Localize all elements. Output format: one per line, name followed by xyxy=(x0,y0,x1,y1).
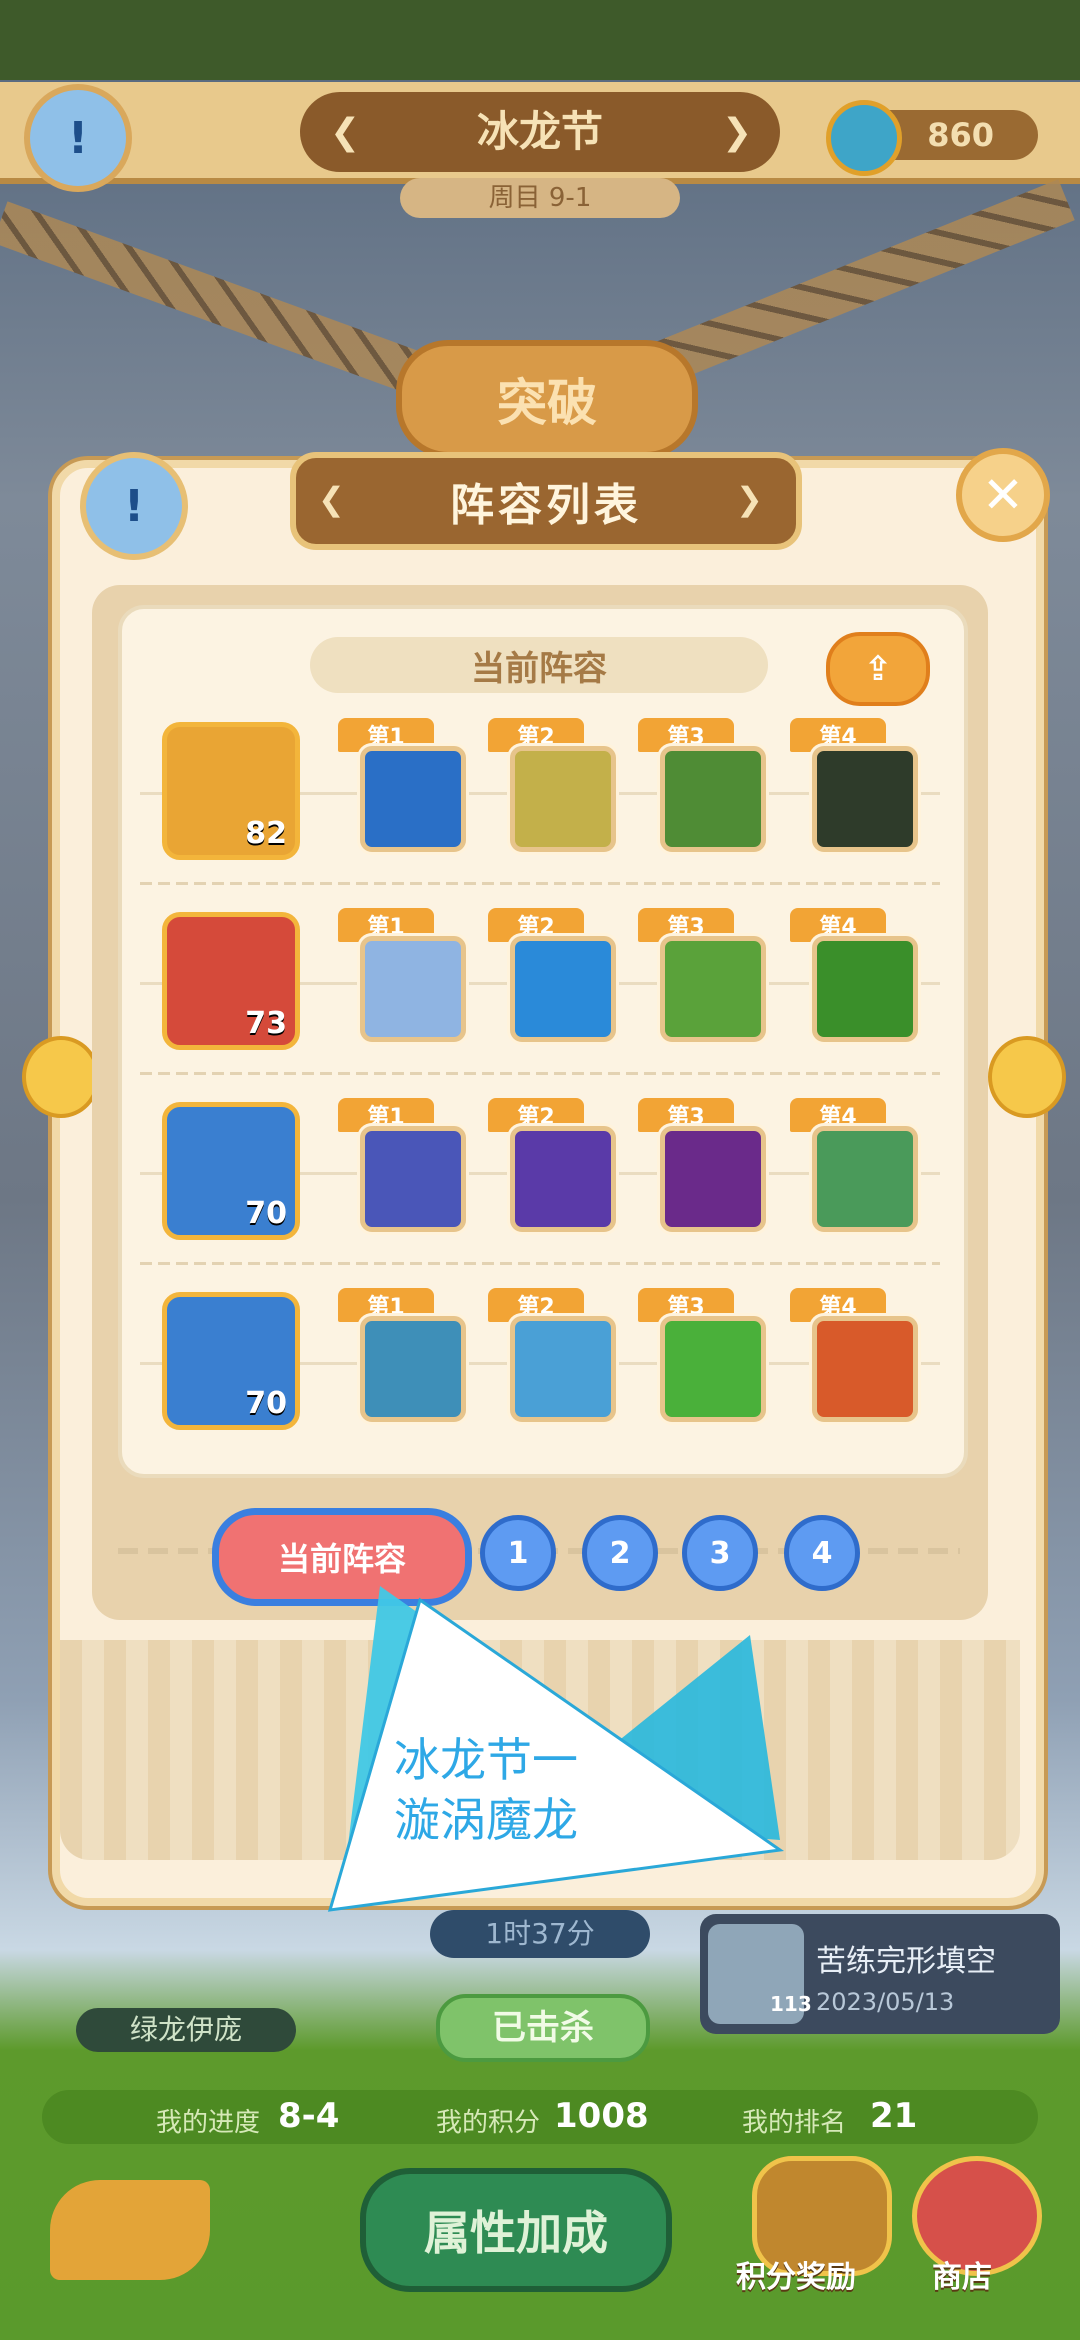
purple-rain-icon[interactable] xyxy=(510,1126,616,1232)
record-level: 113 xyxy=(770,1992,812,2016)
attribute-bonus-button[interactable]: 属性加成 xyxy=(360,2168,672,2292)
overlay-caption-line2: 漩涡魔龙 xyxy=(394,1793,578,1847)
green-tree-icon[interactable] xyxy=(660,1316,766,1422)
record-date: 2023/05/13 xyxy=(816,1988,955,2016)
info-icon[interactable]: ! xyxy=(24,84,132,192)
event-title: 冰龙节 xyxy=(300,92,780,172)
score-reward-label[interactable]: 积分奖励 xyxy=(736,2252,856,2296)
overlay-caption: 冰龙节一 漩涡魔龙 xyxy=(394,1730,578,1850)
purple-burst-icon[interactable] xyxy=(660,1126,766,1232)
score-value: 1008 xyxy=(554,2096,649,2136)
modal-title: 阵容列表 xyxy=(290,452,802,550)
gem-coin-icon xyxy=(826,100,902,176)
spear-icon[interactable] xyxy=(510,936,616,1042)
row-divider xyxy=(140,1262,940,1265)
next-event-arrow-icon[interactable]: ❯ xyxy=(722,112,752,153)
breakthrough-button[interactable]: 突破 xyxy=(396,340,698,458)
overlay-caption-line1: 冰龙节一 xyxy=(394,1733,578,1787)
shop-label[interactable]: 商店 xyxy=(932,2252,992,2296)
fist-icon[interactable] xyxy=(812,1316,918,1422)
title-left-ornament-icon: ❮ xyxy=(318,480,345,518)
prev-event-arrow-icon[interactable]: ❮ xyxy=(330,112,360,153)
hero-portrait[interactable]: 70 xyxy=(162,1102,300,1240)
title-right-ornament-icon: ❯ xyxy=(736,480,763,518)
round-label: 周目 9-1 xyxy=(400,178,680,218)
hero-portrait[interactable]: 70 xyxy=(162,1292,300,1430)
dark-armor-icon[interactable] xyxy=(812,746,918,852)
killed-badge: 已击杀 xyxy=(436,1994,650,2062)
prev-page-arrow-icon[interactable] xyxy=(22,1036,100,1118)
next-page-arrow-icon[interactable] xyxy=(988,1036,1066,1118)
share-icon[interactable]: ⇪ xyxy=(826,632,930,706)
stats-bar: 我的进度 8-4 我的积分 1008 我的排名 21 xyxy=(42,2090,1038,2144)
hero-portrait[interactable]: 73 xyxy=(162,912,300,1050)
star-shield-icon[interactable] xyxy=(660,746,766,852)
row-divider xyxy=(140,1072,940,1075)
fish-bone-icon[interactable] xyxy=(50,2180,210,2280)
ice-dash-icon[interactable] xyxy=(360,1126,466,1232)
row-divider xyxy=(140,882,940,885)
gold-shield-icon[interactable] xyxy=(510,746,616,852)
rank-label: 我的排名 xyxy=(742,2108,847,2138)
ice-slash-icon[interactable] xyxy=(360,746,466,852)
tab-lineup-4[interactable]: 4 xyxy=(784,1515,860,1591)
red-mask-icon[interactable] xyxy=(360,1316,466,1422)
close-icon[interactable]: ✕ xyxy=(956,448,1050,542)
ice-staff-icon[interactable] xyxy=(510,1316,616,1422)
progress-label: 我的进度 xyxy=(156,2108,261,2138)
progress-value: 8-4 xyxy=(278,2096,340,2136)
current-lineup-heading: 当前阵容 xyxy=(310,637,768,693)
peach-plant-icon[interactable] xyxy=(812,1126,918,1232)
rank-value: 21 xyxy=(870,2096,918,2136)
green-beast-icon[interactable] xyxy=(660,936,766,1042)
boss-name-label: 绿龙伊庞 xyxy=(76,2008,296,2052)
record-title: 苦练完形填空 xyxy=(816,1944,996,1979)
green-spear-icon[interactable] xyxy=(812,936,918,1042)
hero-portrait[interactable]: 82 xyxy=(162,722,300,860)
lion-warrior-icon[interactable] xyxy=(360,936,466,1042)
modal-info-icon[interactable]: ! xyxy=(80,452,188,560)
score-label: 我的积分 xyxy=(436,2108,541,2138)
